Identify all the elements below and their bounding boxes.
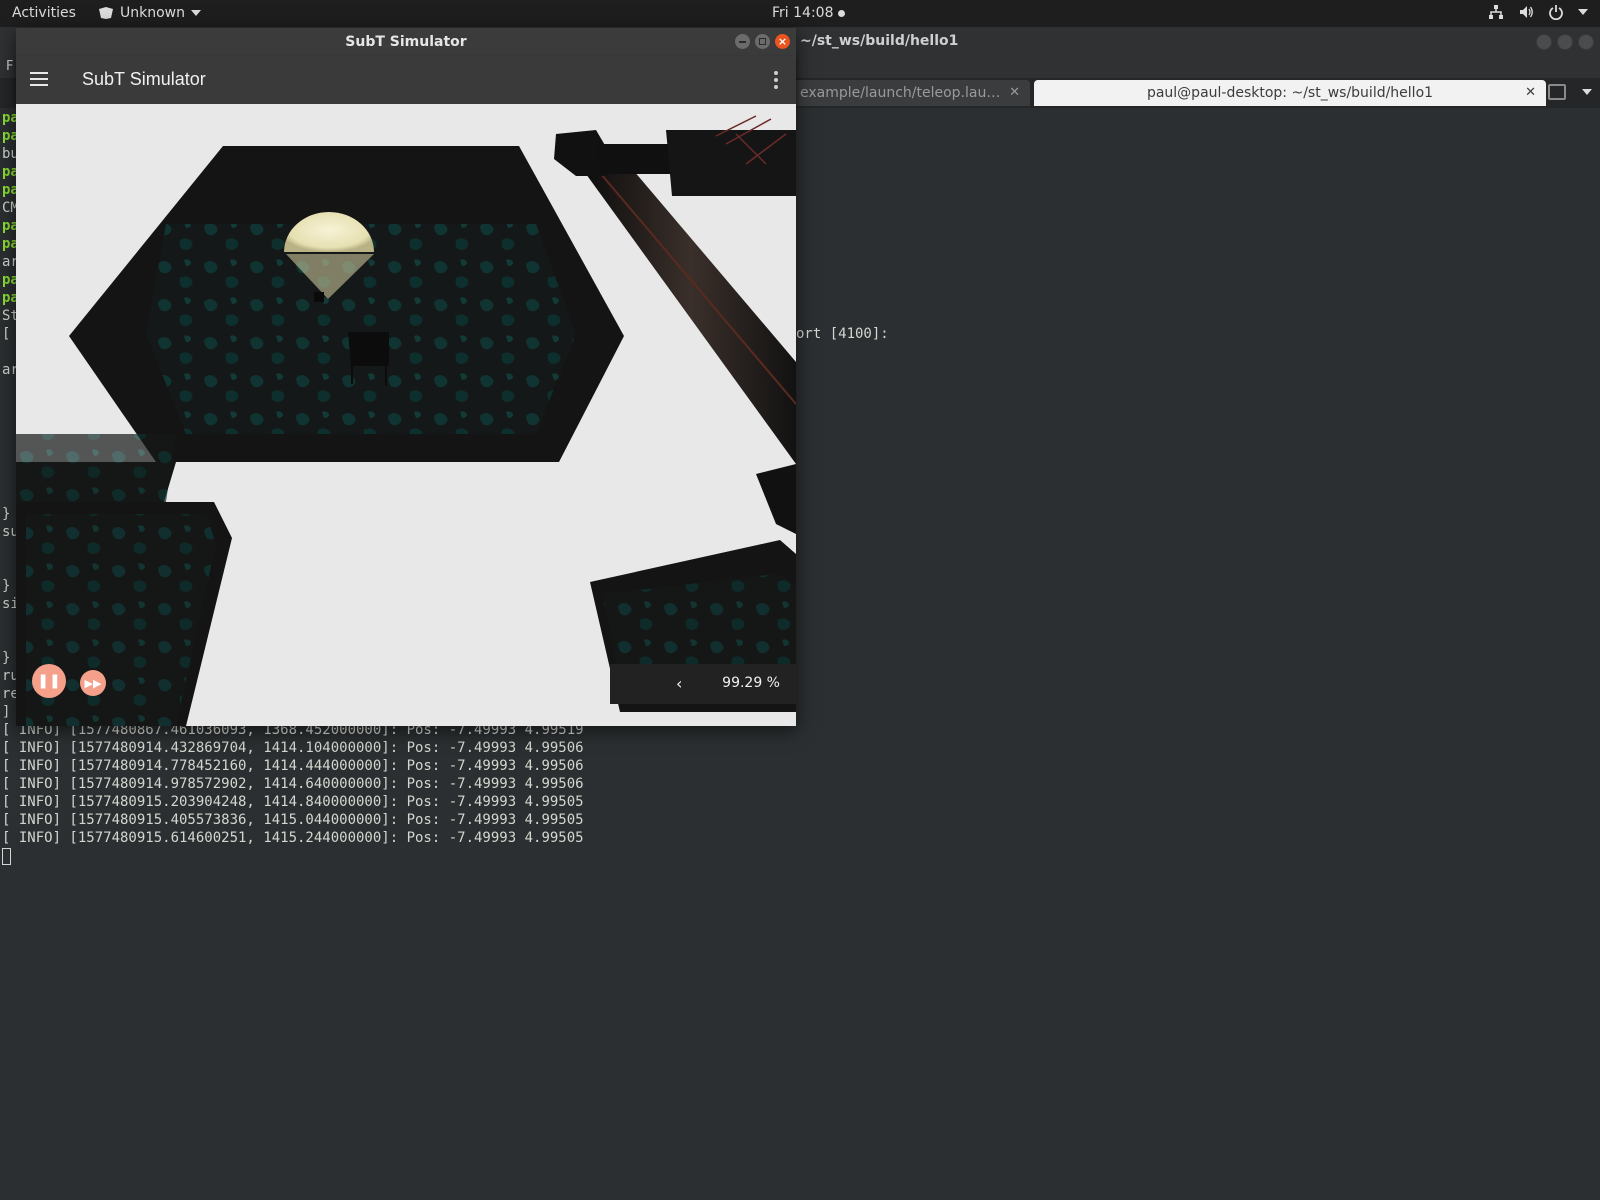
hamburger-menu-icon[interactable] bbox=[30, 72, 48, 86]
minimize-button[interactable] bbox=[1536, 34, 1552, 50]
app-title: SubT Simulator bbox=[82, 69, 206, 89]
terminal-partial-line: ] bbox=[2, 704, 11, 720]
terminal-partial-line: } bbox=[2, 650, 11, 666]
chevron-down-icon bbox=[191, 10, 201, 16]
maximize-button[interactable] bbox=[755, 34, 770, 49]
close-button[interactable] bbox=[1578, 34, 1594, 50]
real-time-factor-panel: ‹ 99.29 % bbox=[610, 664, 796, 704]
pause-button[interactable]: ❚❚ bbox=[32, 664, 66, 698]
simulator-window: SubT Simulator × SubT Simulator ❚❚ ▶▶ ‹ … bbox=[16, 28, 796, 726]
clock-label: Fri 14:08 bbox=[772, 5, 834, 21]
volume-icon bbox=[1520, 6, 1533, 18]
close-tab-icon[interactable]: ✕ bbox=[1525, 85, 1536, 100]
terminal-window-controls bbox=[1536, 34, 1594, 50]
file-menu[interactable]: F bbox=[6, 59, 13, 74]
top-bar: Activities Unknown Fri 14:08 bbox=[0, 0, 1600, 27]
maximize-button[interactable] bbox=[1557, 34, 1573, 50]
tab-hello1[interactable]: paul@paul-desktop: ~/st_ws/build/hello1 … bbox=[1034, 80, 1546, 106]
terminal-window-title: ~/st_ws/build/hello1 bbox=[800, 33, 959, 49]
minimize-button[interactable] bbox=[735, 34, 750, 49]
simulator-appbar: SubT Simulator bbox=[16, 56, 796, 104]
tab-teleop[interactable]: example/launch/teleop.lau… ✕ bbox=[790, 80, 1030, 106]
fast-forward-button[interactable]: ▶▶ bbox=[80, 670, 106, 696]
real-time-factor-value: 99.29 % bbox=[722, 675, 780, 691]
3d-scene-viewport[interactable]: ❚❚ ▶▶ ‹ 99.29 % bbox=[16, 104, 796, 726]
tab-label: example/launch/teleop.lau… bbox=[800, 85, 1000, 101]
log-line: [ INFO] [1577480915.614600251, 1415.2440… bbox=[2, 830, 584, 846]
chevron-left-icon[interactable]: ‹ bbox=[676, 674, 682, 693]
log-line: [ INFO] [1577480914.432869704, 1414.1040… bbox=[2, 740, 584, 756]
terminal-partial-line: ort [4100]: bbox=[796, 326, 889, 342]
app-menu-label: Unknown bbox=[120, 5, 185, 21]
simulator-titlebar[interactable]: SubT Simulator × bbox=[16, 28, 796, 56]
notification-dot-icon bbox=[838, 9, 846, 17]
close-button[interactable]: × bbox=[775, 34, 790, 49]
tabs-menu-chevron-icon[interactable] bbox=[1582, 89, 1592, 95]
tab-label: paul@paul-desktop: ~/st_ws/build/hello1 bbox=[1146, 85, 1434, 101]
chevron-down-icon bbox=[1578, 9, 1588, 15]
log-line: [ INFO] [1577480915.405573836, 1415.0440… bbox=[2, 812, 584, 828]
network-icon bbox=[1489, 5, 1503, 19]
activities-button[interactable]: Activities bbox=[12, 5, 76, 21]
log-line: [ INFO] [1577480914.778452160, 1414.4440… bbox=[2, 758, 584, 774]
power-icon bbox=[1549, 5, 1563, 20]
log-line: [ INFO] [1577480914.978572902, 1414.6400… bbox=[2, 776, 584, 792]
close-tab-icon[interactable]: ✕ bbox=[1009, 85, 1020, 100]
app-icon bbox=[99, 7, 113, 19]
simulator-window-title: SubT Simulator bbox=[345, 34, 467, 50]
more-options-icon[interactable] bbox=[774, 71, 778, 92]
terminal-partial-line: } bbox=[2, 578, 11, 594]
log-line: [ INFO] [1577480915.203904248, 1414.8400… bbox=[2, 794, 584, 810]
new-tab-icon[interactable] bbox=[1548, 84, 1566, 100]
terminal-partial-line: [ bbox=[2, 326, 11, 342]
app-menu[interactable]: Unknown bbox=[98, 5, 201, 21]
terminal-cursor bbox=[2, 848, 11, 865]
clock[interactable]: Fri 14:08 bbox=[772, 5, 846, 21]
system-tray[interactable] bbox=[1488, 4, 1588, 20]
terminal-partial-line: } bbox=[2, 506, 11, 522]
simulator-window-controls: × bbox=[735, 34, 790, 49]
scene-render bbox=[16, 104, 796, 726]
